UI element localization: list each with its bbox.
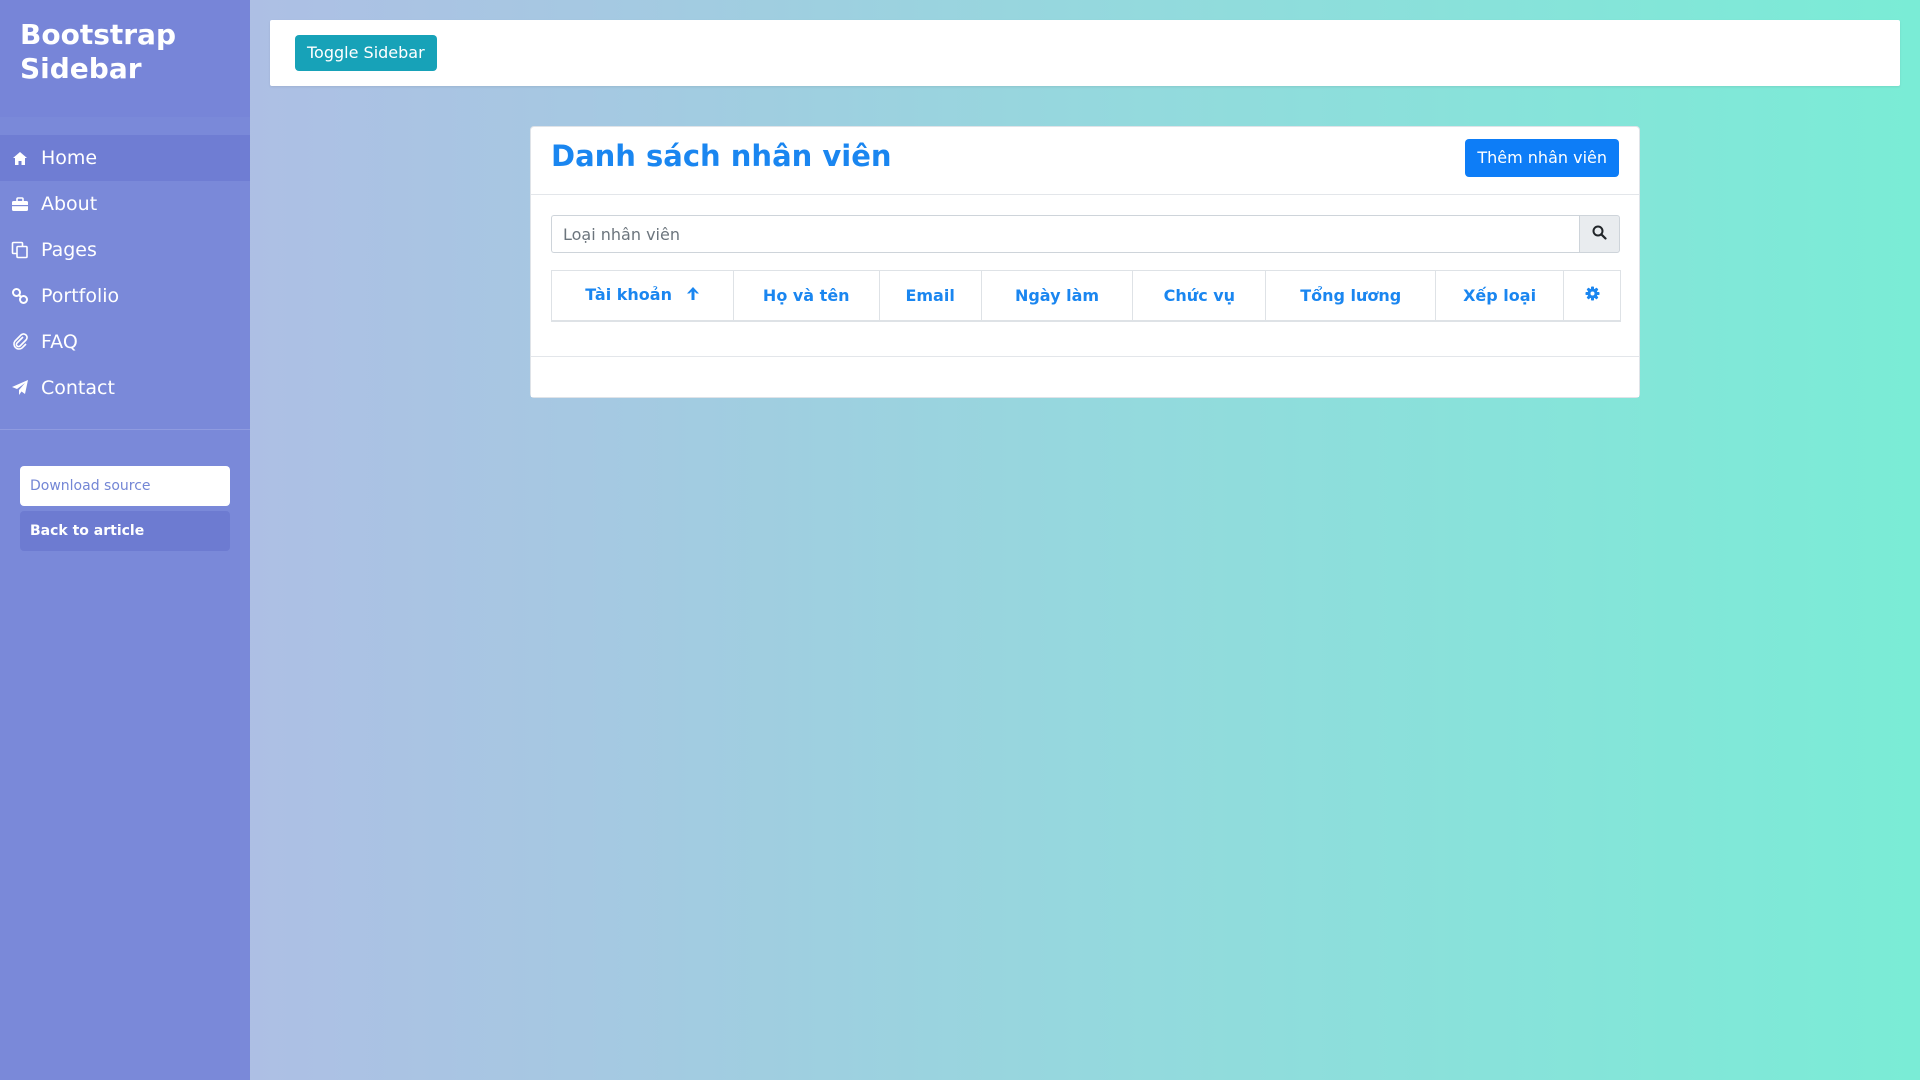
column-header-label: Tài khoản	[585, 285, 672, 305]
table-header-row: Tài khoản Họ và tên Email Ngày làm Chức …	[551, 270, 1621, 322]
sidebar-item-label: FAQ	[41, 331, 78, 353]
sidebar-item-label: Contact	[41, 377, 115, 399]
sidebar: Bootstrap Sidebar Home About Pages Portf…	[0, 0, 250, 1080]
sidebar-item-contact[interactable]: Contact	[0, 365, 250, 411]
sidebar-item-label: About	[41, 193, 98, 215]
sidebar-item-label: Portfolio	[41, 285, 120, 307]
sidebar-item-faq[interactable]: FAQ	[0, 319, 250, 365]
search-button[interactable]	[1579, 215, 1620, 253]
paper-plane-icon	[10, 378, 30, 398]
column-header-fullname[interactable]: Họ và tên	[732, 270, 880, 322]
sidebar-item-about[interactable]: About	[0, 181, 250, 227]
top-navbar: Toggle Sidebar	[270, 20, 1900, 86]
search-input[interactable]	[551, 215, 1579, 253]
column-header-start-date[interactable]: Ngày làm	[980, 270, 1134, 322]
sidebar-item-label: Home	[41, 147, 98, 169]
page-title: Danh sách nhân viên	[551, 139, 892, 173]
link-icon	[10, 286, 30, 306]
sidebar-item-home[interactable]: Home	[0, 135, 250, 181]
paperclip-icon	[10, 332, 30, 352]
sidebar-menu: Home About Pages Portfolio FAQ Contact	[0, 135, 250, 411]
sidebar-item-pages[interactable]: Pages	[0, 227, 250, 273]
sidebar-cta-group: Download source Back to article	[0, 430, 250, 551]
arrow-up-icon	[686, 286, 700, 305]
column-header-account[interactable]: Tài khoản	[551, 270, 734, 322]
employee-table: Tài khoản Họ và tên Email Ngày làm Chức …	[551, 270, 1621, 322]
card-header: Danh sách nhân viên Thêm nhân viên	[531, 127, 1639, 195]
card-footer	[531, 356, 1639, 397]
search-icon	[1592, 225, 1607, 244]
sidebar-item-portfolio[interactable]: Portfolio	[0, 273, 250, 319]
toggle-sidebar-button[interactable]: Toggle Sidebar	[295, 35, 437, 71]
back-to-article-button[interactable]: Back to article	[20, 511, 230, 551]
sidebar-brand-text: Bootstrap Sidebar	[20, 18, 176, 85]
search-group	[551, 215, 1620, 253]
card-body: Tài khoản Họ và tên Email Ngày làm Chức …	[531, 195, 1639, 322]
gear-icon	[1585, 286, 1600, 305]
home-icon	[10, 148, 30, 168]
sidebar-item-label: Pages	[41, 239, 97, 261]
column-header-rank[interactable]: Xếp loại	[1435, 270, 1564, 322]
sidebar-brand: Bootstrap Sidebar	[0, 0, 250, 117]
column-header-settings[interactable]	[1563, 270, 1621, 322]
column-header-position[interactable]: Chức vụ	[1132, 270, 1267, 322]
add-employee-button[interactable]: Thêm nhân viên	[1465, 139, 1619, 177]
briefcase-icon	[10, 194, 30, 214]
download-source-button[interactable]: Download source	[20, 466, 230, 506]
employee-card: Danh sách nhân viên Thêm nhân viên Tài k…	[530, 126, 1640, 398]
copy-icon	[10, 240, 30, 260]
column-header-email[interactable]: Email	[878, 270, 982, 322]
column-header-total-salary[interactable]: Tổng lương	[1265, 270, 1437, 322]
